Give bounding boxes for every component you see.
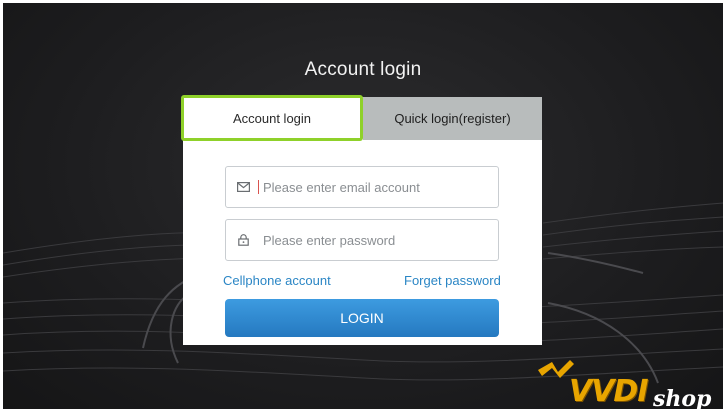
tab-quick-login[interactable]: Quick login(register) [363, 97, 542, 140]
login-button[interactable]: LOGIN [225, 299, 499, 337]
email-input[interactable] [263, 179, 498, 195]
page-title: Account login [304, 59, 422, 80]
watermark-brand: VVDI [569, 374, 648, 409]
password-field[interactable] [225, 219, 499, 261]
cellphone-account-link[interactable]: Cellphone account [223, 273, 331, 288]
email-field[interactable] [225, 166, 499, 208]
login-screen: Account login Quick login(register) Acco… [3, 3, 723, 409]
text-cursor [258, 180, 259, 194]
mail-icon [228, 182, 258, 192]
watermark-suffix: shop [653, 386, 712, 412]
login-card: Quick login(register) Account login Plea… [181, 95, 542, 345]
forget-password-link[interactable]: Forget password [404, 273, 501, 288]
tab-account-login[interactable]: Account login [181, 95, 363, 141]
password-input[interactable] [263, 232, 498, 248]
lock-icon [228, 234, 258, 246]
